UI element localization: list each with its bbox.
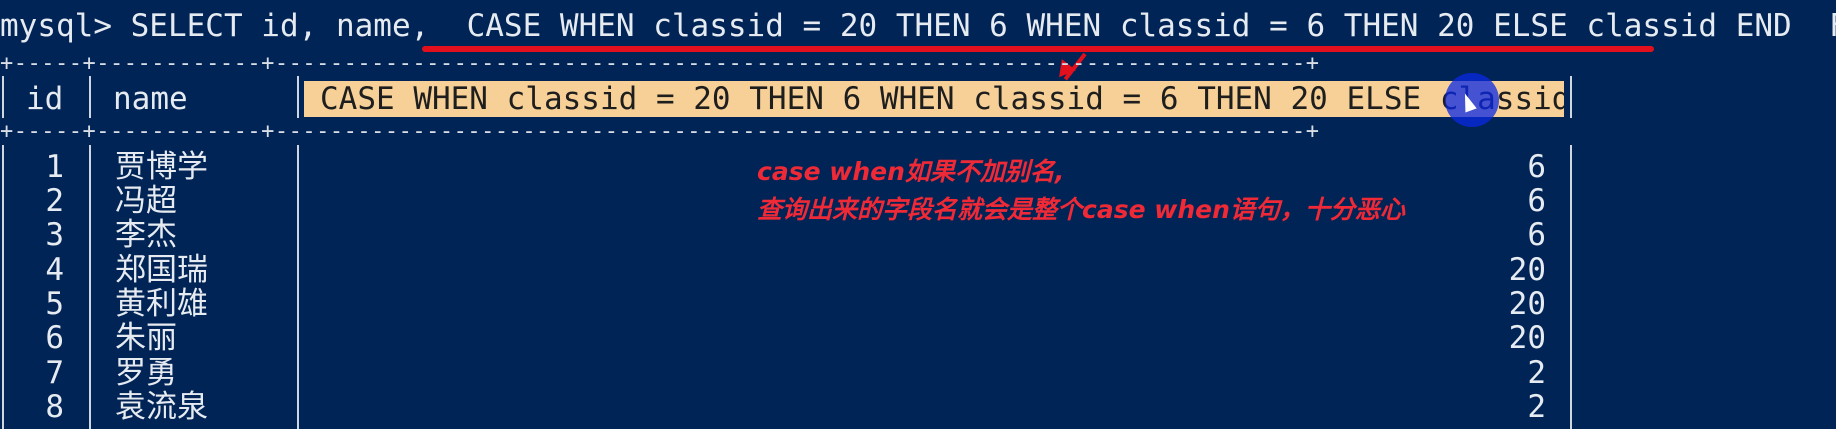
table-cell-id: 7 bbox=[45, 355, 64, 391]
table-cell-value: 20 bbox=[1508, 286, 1546, 322]
annotation-note-line1: case when如果不加别名, bbox=[757, 157, 1065, 186]
prompt: mysql> bbox=[0, 8, 112, 44]
table-border-header: +-----+------------+--------------------… bbox=[0, 119, 1320, 144]
command-suffix: FROM stu; bbox=[1792, 8, 1836, 44]
table-cell-name: 李杰 bbox=[115, 217, 177, 253]
terminal-window[interactable]: mysql> SELECT id, name, CASE WHEN classi… bbox=[0, 0, 1836, 429]
table-cell-id: 8 bbox=[45, 389, 64, 425]
table-cell-name: 袁流泉 bbox=[115, 389, 208, 425]
table-cell-id: 1 bbox=[45, 149, 64, 185]
table-vbar bbox=[89, 145, 91, 429]
table-cell-name: 郑国瑞 bbox=[115, 252, 208, 288]
table-cell-id: 5 bbox=[45, 286, 64, 322]
column-header-case-expression: CASE WHEN classid = 20 THEN 6 WHEN class… bbox=[304, 81, 1564, 117]
command-expression: CASE WHEN classid = 20 THEN 6 WHEN class… bbox=[466, 8, 1792, 44]
annotation-note-line2: 查询出来的字段名就会是整个case when语句，十分恶心 bbox=[757, 195, 1405, 224]
table-vbar bbox=[89, 76, 91, 118]
column-header-id: id bbox=[26, 81, 64, 117]
command-prefix: SELECT id, name, bbox=[111, 8, 467, 44]
column-header-name: name bbox=[113, 81, 188, 117]
table-cell-name: 黄利雄 bbox=[115, 286, 208, 322]
table-vbar bbox=[2, 145, 4, 429]
table-cell-name: 贾博学 bbox=[115, 149, 208, 185]
table-cell-value: 6 bbox=[1527, 217, 1546, 253]
table-cell-name: 罗勇 bbox=[115, 355, 177, 391]
table-vbar bbox=[2, 76, 4, 118]
table-cell-value: 2 bbox=[1527, 389, 1546, 425]
table-cell-value: 20 bbox=[1508, 320, 1546, 356]
table-vbar bbox=[1570, 76, 1572, 118]
table-cell-value: 2 bbox=[1527, 355, 1546, 391]
table-cell-value: 6 bbox=[1527, 183, 1546, 219]
table-cell-id: 3 bbox=[45, 217, 64, 253]
table-vbar bbox=[297, 76, 299, 118]
table-cell-value: 20 bbox=[1508, 252, 1546, 288]
table-cell-name: 冯超 bbox=[115, 183, 177, 219]
table-border-top: +-----+------------+--------------------… bbox=[0, 51, 1320, 76]
table-cell-value: 6 bbox=[1527, 149, 1546, 185]
table-vbar bbox=[297, 145, 299, 429]
table-cell-id: 4 bbox=[45, 252, 64, 288]
table-vbar bbox=[1570, 145, 1572, 429]
table-cell-id: 2 bbox=[45, 183, 64, 219]
table-cell-id: 6 bbox=[45, 320, 64, 356]
table-cell-name: 朱丽 bbox=[115, 320, 177, 356]
command-line: mysql> SELECT id, name, CASE WHEN classi… bbox=[0, 9, 1836, 43]
